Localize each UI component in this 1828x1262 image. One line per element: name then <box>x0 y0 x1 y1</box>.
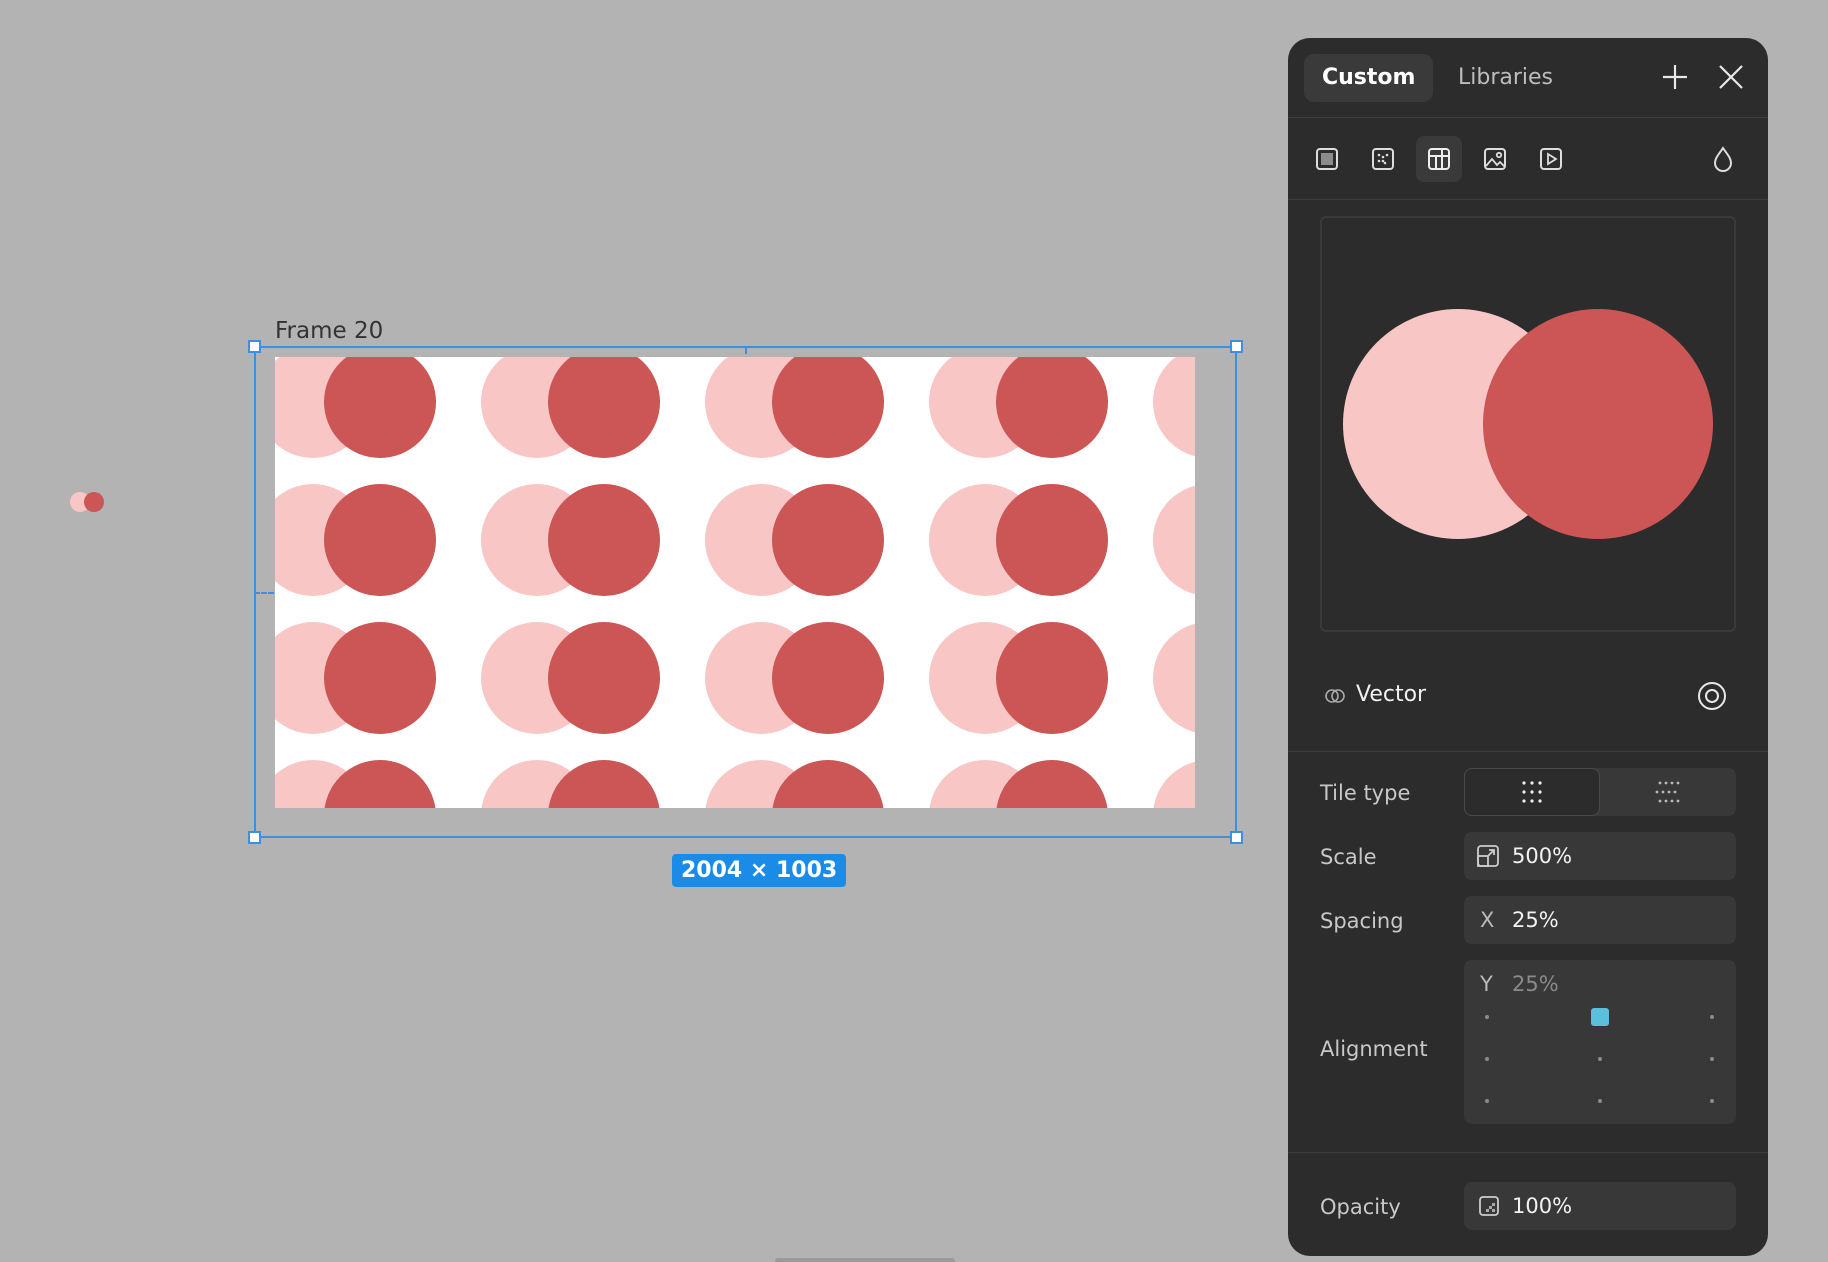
spacing-guide <box>254 592 274 594</box>
preview-dark-circle <box>1483 309 1713 539</box>
pattern-preview <box>1320 216 1736 632</box>
panel-header: Custom Libraries <box>1288 38 1768 118</box>
resize-handle-bottom-left[interactable] <box>248 831 261 844</box>
gradient-fill-icon[interactable] <box>1360 136 1406 182</box>
spacing-x-prefix: X <box>1480 908 1495 932</box>
pattern-source-label: Vector <box>1356 682 1427 707</box>
frame-label[interactable]: Frame 20 <box>275 318 383 344</box>
opacity-label: Opacity <box>1320 1195 1401 1219</box>
solid-fill-icon[interactable] <box>1304 136 1350 182</box>
opacity-field[interactable]: 100% <box>1464 1182 1736 1230</box>
grid-tile-icon[interactable] <box>1464 768 1600 816</box>
align-bottom-center[interactable] <box>1598 1099 1602 1103</box>
fill-type-row <box>1288 118 1768 200</box>
scroll-indicator[interactable] <box>775 1258 955 1262</box>
spacing-y-prefix: Y <box>1480 972 1493 996</box>
component-icon <box>1325 689 1345 703</box>
layer-thumbnail[interactable] <box>70 490 110 514</box>
align-top-right[interactable] <box>1710 1015 1714 1019</box>
close-icon[interactable] <box>1716 62 1746 92</box>
opacity-value[interactable]: 100% <box>1512 1194 1572 1218</box>
scale-icon <box>1477 845 1499 867</box>
preview-circles <box>1343 309 1713 539</box>
scale-label: Scale <box>1320 845 1377 869</box>
pattern-source-row: Vector <box>1288 654 1768 752</box>
image-fill-icon[interactable] <box>1472 136 1518 182</box>
spacing-label: Spacing <box>1320 909 1404 933</box>
resize-handle-top-right[interactable] <box>1230 340 1243 353</box>
selection-box[interactable] <box>254 346 1237 838</box>
video-fill-icon[interactable] <box>1528 136 1574 182</box>
size-badge: 2004 × 1003 <box>672 854 847 887</box>
tab-custom[interactable]: Custom <box>1304 54 1434 102</box>
tile-type-label: Tile type <box>1320 781 1411 805</box>
pattern-fill-icon[interactable] <box>1416 136 1462 182</box>
target-icon[interactable] <box>1696 680 1728 712</box>
spacing-x-field[interactable]: X 25% <box>1464 896 1736 944</box>
align-top-left[interactable] <box>1485 1015 1489 1019</box>
spacing-x-value[interactable]: 25% <box>1512 908 1559 932</box>
align-middle-left[interactable] <box>1485 1057 1489 1061</box>
resize-handle-top-left[interactable] <box>248 340 261 353</box>
spacing-y-value[interactable]: 25% <box>1512 972 1559 996</box>
thumbnail-dark-circle <box>84 492 104 512</box>
resize-handle-bottom-right[interactable] <box>1230 831 1243 844</box>
align-middle-right[interactable] <box>1710 1057 1714 1061</box>
align-top-center[interactable] <box>1591 1008 1609 1026</box>
droplet-icon[interactable] <box>1700 136 1746 182</box>
section-divider <box>1288 1152 1768 1153</box>
alignment-grid <box>1464 994 1736 1124</box>
plus-icon[interactable] <box>1660 62 1690 92</box>
align-bottom-left[interactable] <box>1485 1099 1489 1103</box>
tile-type-segmented <box>1464 768 1736 816</box>
brick-tile-icon[interactable] <box>1600 768 1736 816</box>
scale-value[interactable]: 500% <box>1512 844 1572 868</box>
tab-libraries[interactable]: Libraries <box>1440 54 1571 102</box>
align-bottom-right[interactable] <box>1710 1099 1714 1103</box>
scale-field[interactable]: 500% <box>1464 832 1736 880</box>
alignment-label: Alignment <box>1320 1037 1428 1061</box>
align-middle-center[interactable] <box>1598 1057 1602 1061</box>
fill-panel: Custom Libraries Vector Tile type Scale … <box>1288 38 1768 1256</box>
opacity-icon <box>1479 1196 1499 1216</box>
selection-mid-tick <box>745 346 747 354</box>
